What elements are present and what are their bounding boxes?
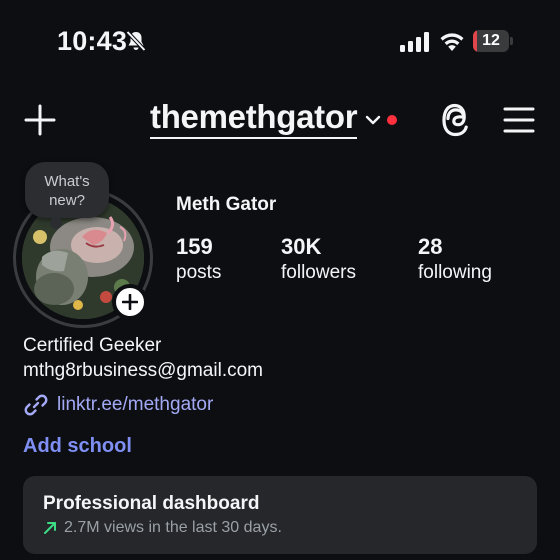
battery-indicator: 12 <box>473 30 513 52</box>
dashboard-subtitle-row: 2.7M views in the last 30 days. <box>43 519 517 537</box>
threads-icon[interactable] <box>440 102 474 138</box>
hamburger-menu-icon[interactable] <box>503 106 535 134</box>
stat-value: 159 <box>176 234 213 259</box>
account-switcher[interactable]: themethgator <box>150 98 398 139</box>
bio-email: mthg8rbusiness@gmail.com <box>23 360 263 381</box>
chevron-down-icon[interactable] <box>365 114 381 126</box>
wifi-icon <box>440 33 464 51</box>
plus-icon <box>122 294 138 310</box>
note-bubble[interactable]: What's new? <box>25 162 109 218</box>
professional-dashboard-card[interactable]: Professional dashboard 2.7M views in the… <box>23 476 537 554</box>
bio-link[interactable]: linktr.ee/methgator <box>23 392 213 418</box>
bell-slash-icon <box>126 30 146 52</box>
stat-label: posts <box>176 262 222 283</box>
dashboard-subtitle: 2.7M views in the last 30 days. <box>64 519 282 536</box>
stat-followers[interactable]: 30K followers <box>281 234 356 286</box>
note-placeholder: What's new? <box>44 173 90 209</box>
battery-icon: 12 <box>473 30 509 52</box>
battery-level: 12 <box>482 32 500 49</box>
add-story-button[interactable] <box>112 284 148 320</box>
stat-following[interactable]: 28 following <box>418 234 492 286</box>
cellular-signal-icon <box>400 32 429 52</box>
stat-posts[interactable]: 159 posts <box>176 234 221 286</box>
battery-nub <box>510 37 513 45</box>
add-school-link[interactable]: Add school <box>23 435 132 458</box>
username[interactable]: themethgator <box>150 98 358 139</box>
stat-value: 28 <box>418 234 443 259</box>
notification-dot <box>387 114 398 125</box>
stat-value: 30K <box>281 234 322 259</box>
display-name: Meth Gator <box>176 194 277 215</box>
status-time: 10:43 <box>57 26 128 56</box>
trend-up-arrow-icon <box>44 522 56 534</box>
note-bubble-tail <box>50 217 62 229</box>
stat-label: followers <box>281 262 356 283</box>
link-text[interactable]: linktr.ee/methgator <box>57 394 213 416</box>
bio-line: Certified Geeker <box>23 335 162 356</box>
create-plus-button[interactable] <box>24 104 56 136</box>
link-icon <box>24 394 48 416</box>
dashboard-title: Professional dashboard <box>43 493 260 514</box>
stat-label: following <box>418 262 492 283</box>
